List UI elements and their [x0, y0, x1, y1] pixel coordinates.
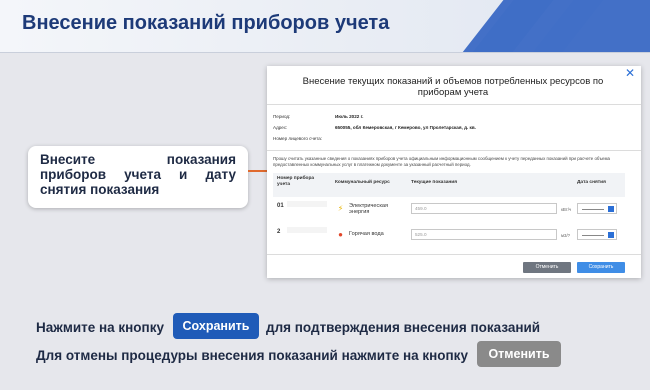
table-row: 2 ● Горячая вода 525.0 м3/?	[273, 225, 625, 251]
date-input[interactable]	[577, 229, 617, 240]
slide-header: Внесение показаний приборов учета	[0, 0, 650, 52]
lightning-icon: ⚡	[337, 204, 344, 213]
calendar-icon[interactable]	[608, 206, 614, 212]
calendar-icon[interactable]	[608, 232, 614, 238]
instruction-save-before: Нажмите на кнопку	[36, 320, 164, 335]
save-button-sample[interactable]: Сохранить	[173, 313, 259, 339]
cancel-button-sample[interactable]: Отменить	[477, 341, 561, 367]
flame-icon: ●	[338, 230, 343, 239]
reading-input[interactable]: 459.0	[411, 203, 557, 214]
date-input[interactable]	[577, 203, 617, 214]
instruction-save-after: для подтверждения внесения показаний	[266, 320, 541, 335]
unit-label: кВт/ч	[561, 207, 572, 212]
dialog-title: Внесение текущих показаний и объемов пот…	[302, 76, 604, 98]
close-icon[interactable]: ✕	[625, 66, 635, 80]
account-number-field: Номер лицевого счета:	[273, 136, 323, 141]
slide-title: Внесение показаний приборов учета	[22, 12, 390, 34]
table-header: Номер прибора учета Коммунальный ресурс …	[273, 173, 625, 197]
meter-readings-dialog: ✕ Внесение текущих показаний и объемов п…	[267, 66, 641, 278]
notice-text: Прошу считать указанные сведения о показ…	[273, 156, 610, 167]
dialog-cancel-button[interactable]: Отменить	[523, 262, 571, 273]
address-field: Адрес: 650055, обл Кемеровская, г Кемеро…	[273, 125, 476, 130]
reading-input[interactable]: 525.0	[411, 229, 557, 240]
col-header-resource: Коммунальный ресурс	[335, 180, 390, 185]
header-divider	[0, 52, 650, 53]
dialog-save-button[interactable]: Сохранить	[577, 262, 625, 273]
period-field: Период: Июль 2022 г.	[273, 114, 364, 119]
meter-number: 01	[277, 203, 284, 209]
col-header-meter-number: Номер прибора учета	[277, 176, 315, 187]
table-row: 01 ⚡ Электрическая энергия 459.0 кВт/ч	[273, 199, 625, 225]
instruction-cancel: Для отмены процедуры внесения показаний …	[36, 348, 468, 363]
meter-number: 2	[277, 229, 281, 235]
resource-name: Электрическая энергия	[349, 203, 389, 215]
col-header-reading: Текущие показания	[411, 180, 458, 185]
callout-box: Внесите показания приборов учета и дату …	[28, 146, 248, 208]
unit-label: м3/?	[561, 233, 571, 238]
col-header-date: Дата снятия	[577, 180, 606, 185]
resource-name: Горячая вода	[349, 231, 384, 237]
